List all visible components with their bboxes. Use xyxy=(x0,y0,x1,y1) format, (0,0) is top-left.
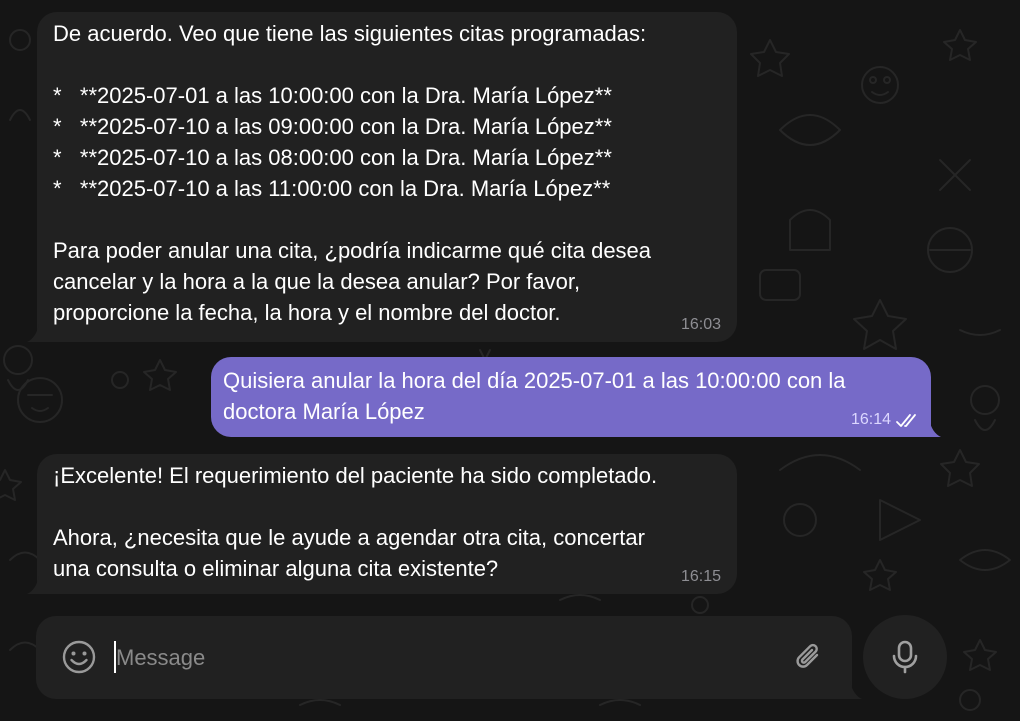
double-check-icon xyxy=(896,414,916,427)
message-composer xyxy=(36,616,862,699)
voice-record-button[interactable] xyxy=(863,615,947,699)
message-time: 16:14 xyxy=(850,411,891,428)
text-cursor xyxy=(114,641,116,673)
message-bubble-outgoing[interactable]: Quisiera anular la hora del día 2025-07-… xyxy=(211,357,941,437)
chat-window: De acuerdo. Veo que tiene las siguientes… xyxy=(0,0,1020,721)
message-time: 16:15 xyxy=(680,568,721,585)
message-text: De acuerdo. Veo que tiene las siguientes… xyxy=(53,21,652,325)
message-text: ¡Excelente! El requerimiento del pacient… xyxy=(53,463,658,581)
bubble-tail xyxy=(27,576,39,594)
microphone-icon xyxy=(892,640,918,674)
message-bubble-incoming[interactable]: De acuerdo. Veo que tiene las siguientes… xyxy=(27,12,737,342)
bubble-tail xyxy=(929,419,941,437)
message-text: Quisiera anular la hora del día 2025-07-… xyxy=(223,368,846,424)
message-input[interactable] xyxy=(114,638,778,678)
paperclip-icon[interactable] xyxy=(790,638,828,676)
composer-tail xyxy=(850,681,862,699)
message-time: 16:03 xyxy=(680,316,721,333)
bubble-tail xyxy=(27,324,39,342)
smiley-icon[interactable] xyxy=(60,638,98,676)
message-bubble-incoming[interactable]: ¡Excelente! El requerimiento del pacient… xyxy=(27,454,737,594)
